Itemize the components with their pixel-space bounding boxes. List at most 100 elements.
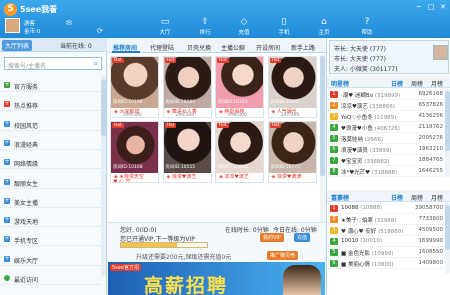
minimize-button[interactable]: ─ (414, 3, 424, 11)
expand-icon[interactable]: + (4, 101, 10, 108)
room-card[interactable]: Hot 房间ID:10333 ◈ 绝配阁楼 298/300 (215, 56, 264, 118)
tab-agent-login[interactable]: 代理登陆 (150, 43, 174, 52)
sidebar-item[interactable]: + 校园风范 (0, 117, 101, 131)
nav-help-button[interactable]: ? 帮助 (353, 16, 381, 38)
expand-icon[interactable]: + (4, 139, 10, 146)
rank-value: 1963210 (418, 146, 444, 152)
sidebar-item[interactable]: + 手机专区 (0, 232, 101, 247)
tab-shell-exchange[interactable]: 贝壳兑换 (187, 43, 211, 52)
room-id: 房间ID:10198 (113, 100, 143, 105)
nav-home-button[interactable]: ⌂ 主页 (310, 16, 338, 38)
user-name[interactable]: 游客 (24, 19, 35, 27)
recharge-button[interactable]: 充值 (294, 233, 311, 242)
sidebar-scrollbar[interactable] (101, 76, 106, 276)
diamond-icon: ◇ (240, 17, 248, 27)
ranking-row[interactable]: 8 冰*♥光芒♥ (318688) 1646255 (327, 166, 445, 177)
ranking-row[interactable]: 3 ♥ 潮心♥ 安好 (518880) 4509500 (327, 225, 445, 236)
expand-icon[interactable]: + (4, 178, 10, 185)
rank-user-name: YoQ♡小鱼冬 (21989) (341, 115, 397, 121)
mayor-avatar[interactable] (433, 45, 448, 60)
sidebar-item[interactable]: + 官方服务 (0, 78, 101, 92)
close-button[interactable]: ✕ (438, 3, 448, 11)
scroll-thumb[interactable] (445, 205, 450, 250)
room-tabs: 推荐房间 代理登陆 贝壳兑换 主播公聊 开设房间 新手上路 (108, 38, 325, 53)
room-grid-scrollbar[interactable] (320, 54, 325, 222)
expand-icon[interactable]: + (4, 236, 10, 243)
rank-number: 2 (330, 102, 338, 109)
expand-icon[interactable]: + (4, 120, 10, 127)
expand-icon[interactable]: · (4, 275, 10, 281)
hot-badge: Hot (269, 58, 282, 63)
room-card[interactable]: Hot 房间ID:10080 ◈ 舞语女人香 294/300 (162, 56, 212, 118)
ranking-row[interactable]: 2 ★美子♡伯寒 (31988) 7733600 (327, 214, 445, 225)
ranking-row[interactable]: 5 ■ 金色光影 (10999) 1608550 (327, 247, 445, 258)
scroll-thumb[interactable] (320, 56, 325, 176)
sidebar-item[interactable]: + 美女主播 (0, 194, 101, 208)
ranking-row[interactable]: 3 YoQ♡小鱼冬 (21989) 4136256 (327, 111, 445, 122)
ranking-row[interactable]: 1 ·潮♥ 迷糊Bo (319899) 6926168 (327, 89, 445, 100)
expand-icon[interactable]: + (4, 82, 10, 88)
hot-badge: Hot (112, 58, 124, 63)
user-avatar[interactable] (5, 18, 20, 33)
nav-ranking-label: 排行 (199, 30, 211, 36)
star-tab-weekly[interactable]: 周榜 (411, 79, 423, 88)
ranking-row[interactable]: 7 ♥宝宝灵 (336882) 1884765 (327, 155, 445, 166)
room-card[interactable]: Hot 房间ID:10888 ◈ 凉凉♥演艺 (215, 121, 264, 183)
rich-ranking-scrollbar[interactable] (445, 203, 450, 273)
expand-icon[interactable]: + (4, 197, 10, 204)
sidebar-item[interactable]: · 最近访问 (0, 271, 101, 285)
sidebar-item[interactable]: + 游戏天地 (0, 213, 101, 228)
nav-help-label: 帮助 (361, 30, 373, 36)
room-id: 房间ID:10777 (270, 165, 301, 170)
sidebar-item[interactable]: + 浪漫经典 (0, 136, 101, 150)
expand-icon[interactable]: + (4, 159, 10, 166)
banner-headline: 高薪招聘 (144, 275, 229, 295)
nav-lobby-button[interactable]: ▭ 大厅 (151, 16, 179, 38)
tab-lobby-list[interactable]: 大厅列表 (2, 40, 33, 51)
refresh-icon[interactable]: ⟳ (97, 27, 103, 35)
scroll-thumb[interactable] (101, 80, 106, 136)
nav-mobile-button[interactable]: ▯ 手机 (270, 16, 298, 38)
ranking-row[interactable]: 1 10088 (10888) 39058700 (327, 203, 445, 214)
room-card[interactable]: Hot 房间ID:10001 ◈ 人气娱乐 297/300 (267, 56, 317, 118)
ranking-row[interactable]: 4 ♥浪漫♥小鱼 (406726) 2118762 (327, 122, 445, 133)
search-icon[interactable]: ⌕ (94, 59, 98, 69)
promote-button[interactable]: 推广赚贝壳 (267, 251, 299, 260)
nav-ranking-button[interactable]: ⇧ 排行 (191, 16, 219, 38)
rich-tab-monthly[interactable]: 月榜 (431, 193, 443, 202)
sidebar-item-label: 手机专区 (14, 238, 39, 246)
search-input[interactable]: 搜索号/主播名 ⌕ (4, 57, 102, 70)
tab-newbie[interactable]: 新手上路 (291, 43, 315, 52)
star-tab-monthly[interactable]: 月榜 (431, 79, 443, 88)
ranking-row[interactable]: 5 洛莫娃纳 (2666) 2005276 (327, 133, 445, 144)
star-tab-daily[interactable]: 日榜 (391, 79, 403, 88)
expand-icon[interactable]: + (4, 217, 10, 224)
ranking-row[interactable]: 6 浪漫♥演员 (33899) 1963210 (327, 144, 445, 155)
sidebar-item[interactable]: + 靓丽女生 (0, 175, 101, 189)
room-card[interactable]: Hot 房间ID:10198 ◈ 大家都惜 290/300 (110, 56, 159, 118)
nav-recharge-button[interactable]: ◇ 充值 (230, 16, 258, 38)
tab-host-chat[interactable]: 主播公聊 (221, 43, 245, 52)
rich-tab-weekly[interactable]: 周榜 (411, 193, 423, 202)
maximize-button[interactable]: □ (426, 3, 436, 11)
room-card[interactable]: Hot 房间ID:10555 ◈ 浪漫♥演艺 (162, 121, 212, 183)
rank-user-name: ★美子♡伯寒 (31988) (341, 218, 397, 224)
sidebar-item-label: 网络情缘 (14, 161, 39, 169)
ranking-row[interactable]: 4 10010 (10010) 1699990 (327, 236, 445, 247)
expand-icon[interactable]: + (4, 255, 10, 262)
my-vip-button[interactable]: 我的VIP (260, 233, 284, 242)
rich-tab-daily[interactable]: 日榜 (391, 193, 403, 202)
mail-icon[interactable]: ✉ (66, 19, 72, 27)
recruit-banner[interactable]: 5see官方招 高薪招聘 (108, 262, 325, 295)
room-card[interactable]: Hot 房间ID:10777 ◈ 浪漫♥滴滴 (267, 121, 317, 183)
user-coins: 金币:0 (24, 29, 41, 35)
room-card[interactable]: Hot 房间ID:10108 ◈ ★浪漫天空 ♥ 心 凹 (110, 121, 159, 183)
scroll-thumb[interactable] (445, 91, 450, 151)
sidebar-item[interactable]: + 热点推荐 (0, 97, 101, 112)
sidebar-item[interactable]: + 网络情缘 (0, 155, 101, 170)
sidebar-item[interactable]: + 娱乐大厅 (0, 252, 101, 266)
ranking-row[interactable]: 6 ■ 美丽心情 (10800) 1409800 (327, 258, 445, 269)
star-ranking-scrollbar[interactable] (445, 89, 450, 177)
ranking-row[interactable]: 2 凉凉♥演艺 (338866) 6537826 (327, 100, 445, 111)
tab-open-room[interactable]: 开设房间 (256, 43, 280, 52)
